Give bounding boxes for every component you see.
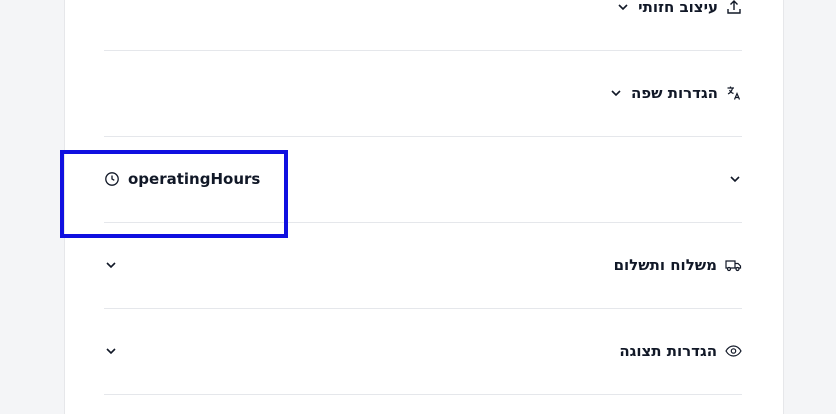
chevron-down-icon: [611, 90, 621, 97]
accordion-language-settings[interactable]: הגדרות שפה: [104, 50, 742, 137]
truck-icon: [725, 260, 742, 272]
section-title: הגדרות תצוגה: [619, 342, 717, 360]
section-title: עיצוב חזותי: [638, 0, 718, 16]
chevron-down-icon: [106, 262, 116, 269]
eye-icon: [725, 345, 742, 357]
section-title: operatingHours: [128, 170, 261, 188]
section-title: משלוח ותשלום: [613, 256, 717, 274]
accordion-operating-hours[interactable]: operatingHours: [104, 136, 742, 223]
clock-icon: [105, 172, 119, 186]
chevron-down-icon: [106, 348, 116, 355]
chevron-down-icon: [618, 4, 628, 11]
accordion-shipping-payment[interactable]: משלוח ותשלום: [104, 222, 742, 309]
accordion-visual-design[interactable]: עיצוב חזותי: [104, 0, 742, 51]
translate-icon: [727, 86, 741, 100]
section-title: הגדרות שפה: [630, 84, 718, 102]
accordion-display-settings[interactable]: הגדרות תצוגה: [104, 308, 742, 395]
upload-icon: [727, 0, 741, 14]
chevron-down-icon: [730, 176, 740, 183]
